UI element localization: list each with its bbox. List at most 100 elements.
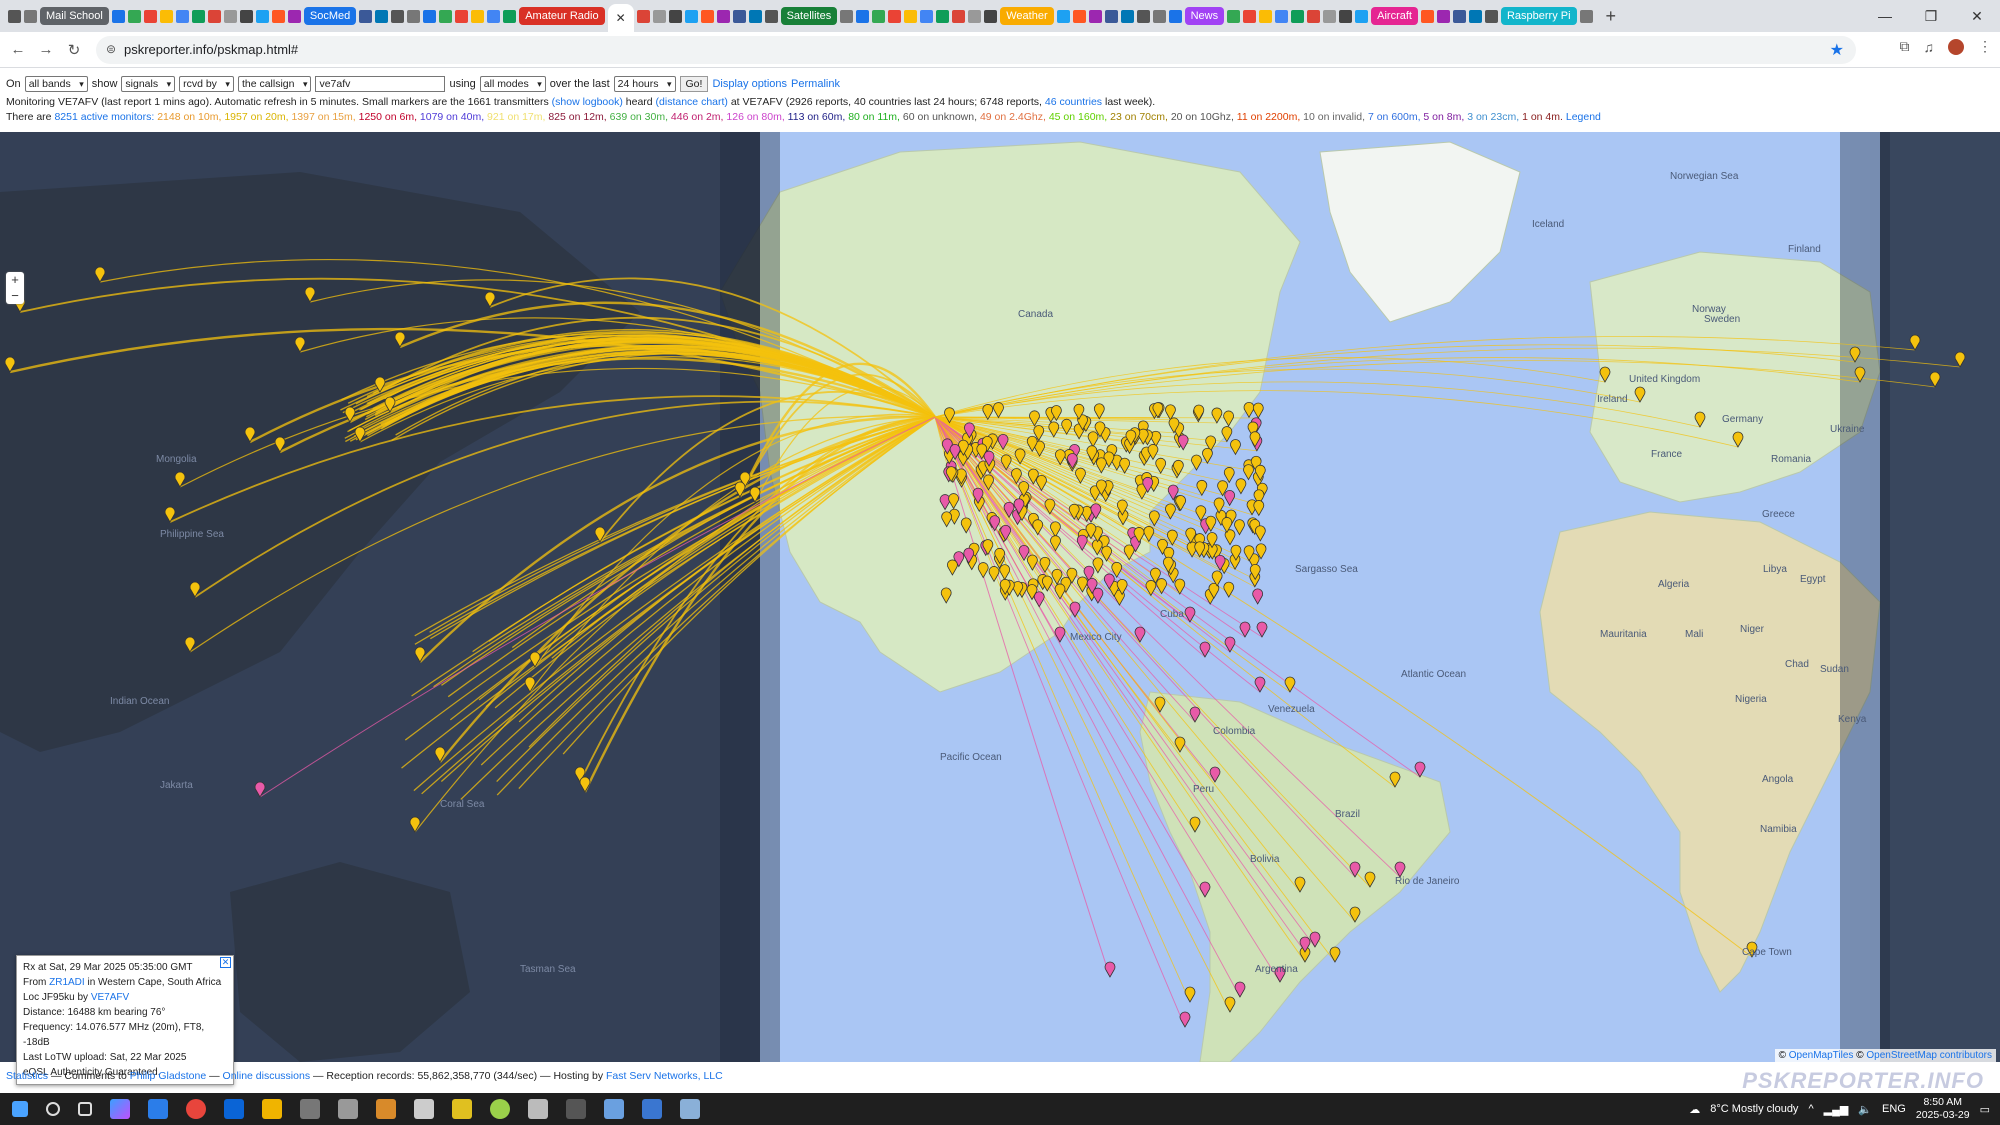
map-canvas[interactable]: CanadaNorwegian SeaIcelandFinlandSwedenN… [0, 132, 2000, 1062]
tab-favicon-icon[interactable] [1291, 9, 1305, 23]
app-icon-11[interactable] [680, 1099, 700, 1119]
tab-favicon-icon[interactable] [1339, 9, 1353, 23]
tab-favicon-icon[interactable] [287, 9, 301, 23]
tab-favicon-icon[interactable] [159, 9, 173, 23]
close-window-button[interactable]: ✕ [1954, 0, 2000, 32]
weather-text[interactable]: 8°C Mostly cloudy [1710, 1103, 1798, 1115]
tab-favicon-icon[interactable] [487, 9, 501, 23]
discussions-link[interactable]: Online discussions [223, 1070, 311, 1082]
tab-favicon-icon[interactable] [1259, 9, 1273, 23]
tab-favicon-icon[interactable] [684, 9, 698, 23]
tab-favicon-icon[interactable] [840, 9, 854, 23]
tab-favicon-icon[interactable] [143, 9, 157, 23]
tab-favicon-icon[interactable] [1484, 9, 1498, 23]
tab-favicon-icon[interactable] [439, 9, 453, 23]
language-indicator[interactable]: ENG [1882, 1103, 1906, 1115]
copilot-icon[interactable] [110, 1099, 130, 1119]
tab-favicon-icon[interactable] [111, 9, 125, 23]
tab-favicon-icon[interactable] [1452, 9, 1466, 23]
tab-favicon-icon[interactable] [207, 9, 221, 23]
tab-favicon-icon[interactable] [423, 9, 437, 23]
reception-map[interactable]: Canada Norwegian Sea Iceland Finland Sweden N… [0, 132, 2000, 1062]
tab-favicon-icon[interactable] [732, 9, 746, 23]
back-icon[interactable]: ← [4, 41, 32, 58]
pinned-favicon-icon[interactable] [8, 9, 21, 23]
tab-favicon-icon[interactable] [700, 9, 714, 23]
show-select[interactable]: signals [121, 76, 176, 92]
tab-favicon-icon[interactable] [936, 9, 950, 23]
host-link[interactable]: Fast Serv Networks, LLC [606, 1070, 723, 1082]
tab-favicon-icon[interactable] [391, 9, 405, 23]
tab-group-chip[interactable]: Raspberry Pi [1500, 7, 1577, 25]
callsign-input[interactable]: ve7afv [315, 76, 446, 92]
permalink-link[interactable]: Permalink [791, 78, 840, 90]
store-icon[interactable] [148, 1099, 168, 1119]
app-icon-1[interactable] [300, 1099, 320, 1119]
tab-favicon-icon[interactable] [127, 9, 141, 23]
tab-favicon-icon[interactable] [872, 9, 886, 23]
zoom-out-button[interactable]: − [6, 288, 24, 304]
network-icon[interactable]: ▂▄▆ [1824, 1103, 1849, 1116]
app-icon-9[interactable] [604, 1099, 624, 1119]
tab-favicon-icon[interactable] [1136, 9, 1150, 23]
maximize-button[interactable]: ❐ [1908, 0, 1954, 32]
tab-favicon-icon[interactable] [904, 9, 918, 23]
zoom-in-button[interactable]: + [6, 272, 24, 288]
tab-favicon-icon[interactable] [668, 9, 682, 23]
tab-group-chip[interactable]: Amateur Radio [519, 7, 605, 25]
tab-group-chip[interactable]: SocMed [303, 7, 357, 25]
app-icon-5[interactable] [452, 1099, 472, 1119]
tab-favicon-icon[interactable] [1104, 9, 1118, 23]
tab-favicon-icon[interactable] [1072, 9, 1086, 23]
tab-favicon-icon[interactable] [1120, 9, 1134, 23]
file-explorer-icon[interactable] [262, 1099, 282, 1119]
clock[interactable]: 8:50 AM 2025-03-29 [1916, 1096, 1970, 1122]
tab-favicon-icon[interactable] [471, 9, 485, 23]
band-select[interactable]: all bands [24, 76, 88, 92]
popup-from-callsign-link[interactable]: ZR1ADI [49, 977, 85, 988]
tab-favicon-icon[interactable] [255, 9, 269, 23]
tab-favicon-icon[interactable] [223, 9, 237, 23]
tab-favicon-icon[interactable] [1355, 9, 1369, 23]
openstreetmap-link[interactable]: OpenStreetMap contributors [1866, 1050, 1992, 1061]
tab-favicon-icon[interactable] [1227, 9, 1241, 23]
tab-favicon-icon[interactable] [1152, 9, 1166, 23]
tray-chevron-icon[interactable]: ^ [1808, 1103, 1813, 1115]
display-options-link[interactable]: Display options [712, 78, 787, 90]
tab-favicon-icon[interactable] [271, 9, 285, 23]
volume-icon[interactable]: 🔈 [1858, 1103, 1872, 1116]
app-icon-4[interactable] [414, 1099, 434, 1119]
outlook-icon[interactable] [224, 1099, 244, 1119]
tab-favicon-icon[interactable] [952, 9, 966, 23]
forward-icon[interactable]: → [32, 41, 60, 58]
tab-favicon-icon[interactable] [1323, 9, 1337, 23]
tab-favicon-icon[interactable] [920, 9, 934, 23]
tab-favicon-icon[interactable] [1168, 9, 1182, 23]
close-popup-icon[interactable]: ✕ [220, 957, 231, 968]
tab-favicon-icon[interactable] [1275, 9, 1289, 23]
tab-favicon-icon[interactable] [856, 9, 870, 23]
tab-favicon-icon[interactable] [1420, 9, 1434, 23]
go-button[interactable]: Go! [679, 76, 709, 92]
tab-favicon-icon[interactable] [407, 9, 421, 23]
tab-group-chip[interactable]: Weather [1000, 7, 1054, 25]
tab-favicon-icon[interactable] [175, 9, 189, 23]
tab-group-chip[interactable]: Mail School [40, 7, 109, 25]
tab-favicon-icon[interactable] [1056, 9, 1070, 23]
notification-icon[interactable]: ▭ [1980, 1103, 1990, 1116]
tab-favicon-icon[interactable] [359, 9, 373, 23]
app-icon-10[interactable] [642, 1099, 662, 1119]
site-info-icon[interactable]: ⊜ [106, 42, 116, 56]
direction-select[interactable]: rcvd by [179, 76, 234, 92]
mode-select[interactable]: all modes [479, 76, 546, 92]
countries-link[interactable]: 46 countries [1045, 96, 1102, 108]
tab-favicon-icon[interactable] [239, 9, 253, 23]
media-icon[interactable]: ♫ [1924, 39, 1935, 55]
tab-favicon-icon[interactable] [1468, 9, 1482, 23]
distance-chart-link[interactable]: (distance chart) [656, 96, 728, 108]
url-box[interactable]: ⊜ pskreporter.info/pskmap.html# ★ [96, 36, 1856, 64]
tab-favicon-icon[interactable] [1579, 9, 1593, 23]
tab-group-chip[interactable]: News [1184, 7, 1225, 25]
tab-favicon-icon[interactable] [375, 9, 389, 23]
tab-favicon-icon[interactable] [503, 9, 517, 23]
